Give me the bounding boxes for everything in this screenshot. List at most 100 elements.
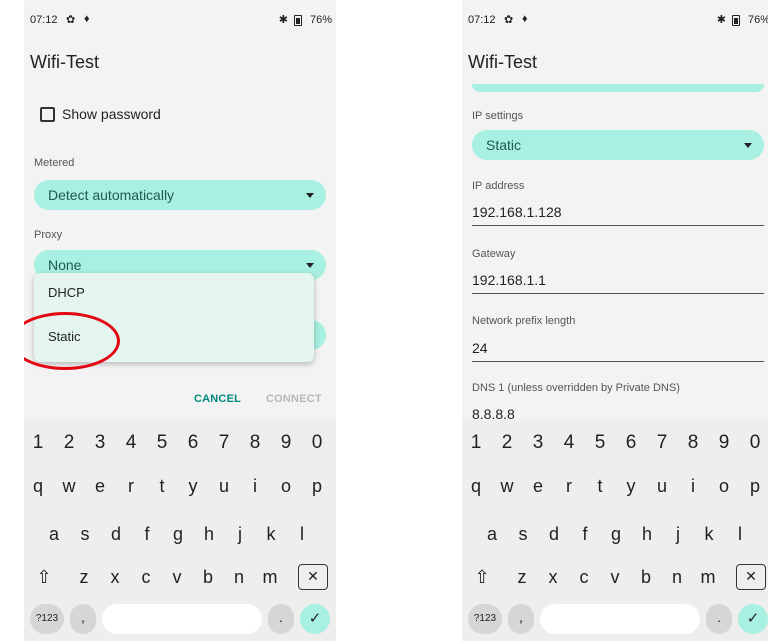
key-y[interactable]: y (617, 469, 645, 503)
prefix-length-field[interactable]: 24 (472, 336, 764, 362)
key-1[interactable]: 1 (24, 432, 52, 454)
symbols-key[interactable]: ?123 (468, 604, 502, 634)
battery-percent: 76% (309, 14, 332, 26)
key-u[interactable]: u (648, 469, 676, 503)
key-y[interactable]: y (179, 469, 207, 503)
key-3[interactable]: 3 (524, 432, 552, 454)
key-k[interactable]: k (695, 517, 723, 551)
gateway-field[interactable]: 192.168.1.1 (472, 268, 764, 294)
key-u[interactable]: u (210, 469, 238, 503)
key-h[interactable]: h (195, 517, 223, 551)
key-x[interactable]: x (101, 560, 129, 594)
key-q[interactable]: q (462, 469, 490, 503)
key-j[interactable]: j (226, 517, 254, 551)
key-w[interactable]: w (493, 469, 521, 503)
key-e[interactable]: e (524, 469, 552, 503)
key-r[interactable]: r (117, 469, 145, 503)
key-9[interactable]: 9 (710, 432, 738, 454)
key-v[interactable]: v (601, 560, 629, 594)
key-b[interactable]: b (194, 560, 222, 594)
key-b[interactable]: b (632, 560, 660, 594)
key-d[interactable]: d (540, 517, 568, 551)
key-a[interactable]: a (40, 517, 68, 551)
ip-address-value: 192.168.1.128 (472, 204, 562, 220)
backspace-icon[interactable]: ✕ (736, 564, 766, 590)
gateway-label: Gateway (472, 248, 516, 260)
period-key[interactable]: . (268, 604, 294, 634)
key-d[interactable]: d (102, 517, 130, 551)
key-6[interactable]: 6 (179, 432, 207, 454)
key-9[interactable]: 9 (272, 432, 300, 454)
enter-check-icon[interactable]: ✓ (300, 604, 330, 634)
key-c[interactable]: c (570, 560, 598, 594)
metered-label: Metered (34, 157, 75, 169)
key-4[interactable]: 4 (555, 432, 583, 454)
key-7[interactable]: 7 (648, 432, 676, 454)
key-v[interactable]: v (163, 560, 191, 594)
ip-settings-dropdown[interactable]: Static (472, 130, 764, 160)
enter-check-icon[interactable]: ✓ (738, 604, 768, 634)
show-password-label[interactable]: Show password (62, 106, 161, 122)
key-n[interactable]: n (663, 560, 691, 594)
key-q[interactable]: q (24, 469, 52, 503)
key-a[interactable]: a (478, 517, 506, 551)
space-key[interactable] (102, 604, 262, 634)
key-3[interactable]: 3 (86, 432, 114, 454)
key-p[interactable]: p (303, 469, 331, 503)
key-r[interactable]: r (555, 469, 583, 503)
key-g[interactable]: g (602, 517, 630, 551)
key-t[interactable]: t (148, 469, 176, 503)
comma-key[interactable]: , (508, 604, 534, 634)
menu-item-dhcp[interactable]: DHCP (48, 285, 85, 300)
ip-address-field[interactable]: 192.168.1.128 (472, 200, 764, 226)
key-g[interactable]: g (164, 517, 192, 551)
key-i[interactable]: i (241, 469, 269, 503)
key-4[interactable]: 4 (117, 432, 145, 454)
key-2[interactable]: 2 (493, 432, 521, 454)
key-t[interactable]: t (586, 469, 614, 503)
metered-dropdown[interactable]: Detect automatically (34, 180, 326, 210)
key-8[interactable]: 8 (679, 432, 707, 454)
key-m[interactable]: m (256, 560, 284, 594)
key-p[interactable]: p (741, 469, 768, 503)
key-0[interactable]: 0 (741, 432, 768, 454)
key-c[interactable]: c (132, 560, 160, 594)
show-password-checkbox[interactable] (40, 107, 55, 122)
key-l[interactable]: l (726, 517, 754, 551)
connect-button[interactable]: CONNECT (266, 393, 322, 405)
key-0[interactable]: 0 (303, 432, 331, 454)
backspace-icon[interactable]: ✕ (298, 564, 328, 590)
key-5[interactable]: 5 (148, 432, 176, 454)
cancel-button[interactable]: CANCEL (194, 393, 241, 405)
key-s[interactable]: s (71, 517, 99, 551)
key-j[interactable]: j (664, 517, 692, 551)
key-7[interactable]: 7 (210, 432, 238, 454)
key-o[interactable]: o (272, 469, 300, 503)
key-8[interactable]: 8 (241, 432, 269, 454)
key-5[interactable]: 5 (586, 432, 614, 454)
key-s[interactable]: s (509, 517, 537, 551)
key-k[interactable]: k (257, 517, 285, 551)
key-l[interactable]: l (288, 517, 316, 551)
key-f[interactable]: f (571, 517, 599, 551)
key-1[interactable]: 1 (462, 432, 490, 454)
key-i[interactable]: i (679, 469, 707, 503)
key-e[interactable]: e (86, 469, 114, 503)
key-m[interactable]: m (694, 560, 722, 594)
key-6[interactable]: 6 (617, 432, 645, 454)
shift-icon[interactable]: ⇧ (30, 560, 58, 594)
key-z[interactable]: z (70, 560, 98, 594)
key-n[interactable]: n (225, 560, 253, 594)
shift-icon[interactable]: ⇧ (468, 560, 496, 594)
period-key[interactable]: . (706, 604, 732, 634)
key-o[interactable]: o (710, 469, 738, 503)
comma-key[interactable]: , (70, 604, 96, 634)
key-z[interactable]: z (508, 560, 536, 594)
key-h[interactable]: h (633, 517, 661, 551)
key-f[interactable]: f (133, 517, 161, 551)
symbols-key[interactable]: ?123 (30, 604, 64, 634)
key-2[interactable]: 2 (55, 432, 83, 454)
space-key[interactable] (540, 604, 700, 634)
key-w[interactable]: w (55, 469, 83, 503)
key-x[interactable]: x (539, 560, 567, 594)
